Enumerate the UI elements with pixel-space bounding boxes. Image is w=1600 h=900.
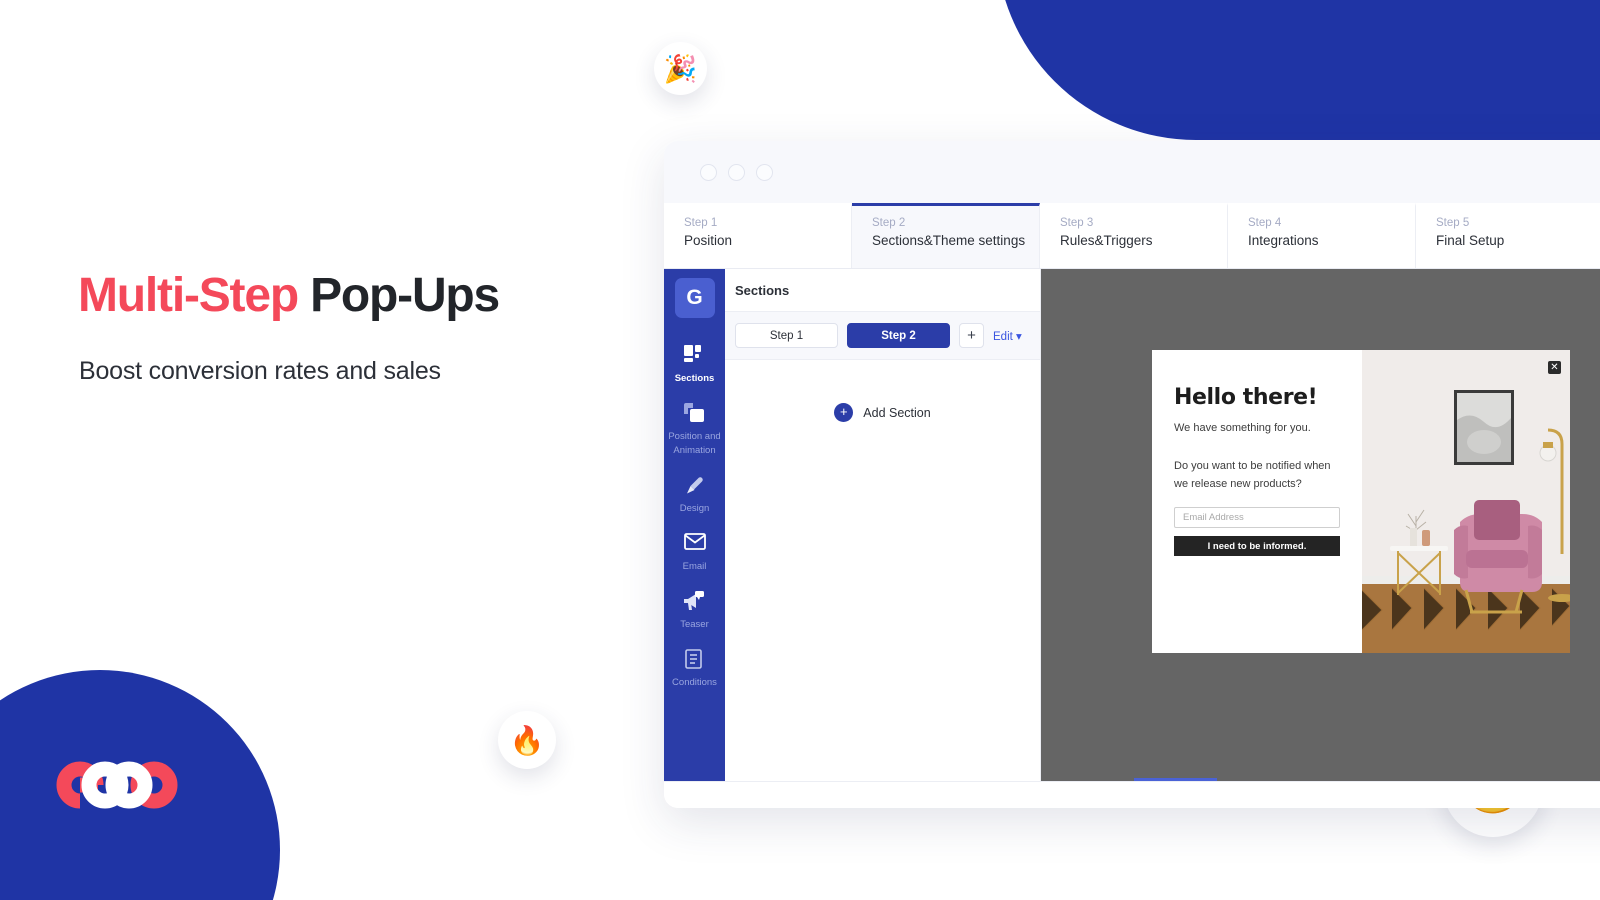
popup-preview-canvas: Hello there! We have something for you. … (1041, 269, 1600, 781)
preview-active-indicator (1134, 778, 1217, 781)
step-number: Step 2 (872, 217, 906, 229)
chip-step-1[interactable]: Step 1 (735, 323, 838, 348)
gooo-logo (52, 757, 202, 813)
sidebar-item-conditions[interactable]: Conditions (664, 640, 725, 698)
add-step-button[interactable]: + (959, 323, 984, 348)
page-title: Multi-Step Pop-Ups (78, 268, 500, 323)
email-placeholder: Email Address (1183, 512, 1244, 523)
window-body: G Sections Position and Animation Design… (664, 269, 1600, 781)
step-number: Step 1 (684, 217, 718, 229)
edit-dropdown[interactable]: Edit ▾ (993, 329, 1022, 343)
tab-step-5[interactable]: Step 5 Final Setup (1416, 203, 1600, 268)
tab-step-3[interactable]: Step 3 Rules&Triggers (1040, 203, 1228, 268)
popup-question: Do you want to be notified when we relea… (1174, 460, 1331, 490)
maximize-dot-icon[interactable] (756, 163, 773, 181)
position-animation-icon (666, 403, 723, 425)
tab-step-4[interactable]: Step 4 Integrations (1228, 203, 1416, 268)
sidebar-item-label: Position and Animation (668, 431, 721, 456)
close-icon[interactable]: ✕ (1548, 361, 1561, 374)
popup-heading: Hello there! (1174, 385, 1318, 410)
step-number: Step 3 (1060, 217, 1094, 229)
sidebar-item-label: Teaser (680, 619, 709, 630)
window-titlebar (664, 141, 1600, 203)
chip-step-2[interactable]: Step 2 (847, 323, 950, 348)
app-window: Step 1 Position Step 2 Sections&Theme se… (664, 141, 1600, 808)
add-section-button[interactable]: + Add Section (725, 403, 1040, 422)
submit-button[interactable]: I need to be informed. (1174, 536, 1340, 556)
checklist-icon (666, 649, 723, 671)
step-label: Sections&Theme settings (872, 233, 1026, 248)
popup-preview: Hello there! We have something for you. … (1152, 350, 1570, 653)
chevron-down-icon: ▾ (1016, 330, 1022, 343)
sections-icon (666, 345, 723, 367)
step-label: Integrations (1248, 233, 1319, 248)
sidebar-item-position-and-animation[interactable]: Position and Animation (664, 394, 725, 466)
page-root: Multi-Step Pop-Ups Boost conversion rate… (0, 0, 1600, 900)
step-number: Step 4 (1248, 217, 1282, 229)
minimize-dot-icon[interactable] (728, 163, 745, 181)
step-label: Final Setup (1436, 233, 1505, 248)
sidebar-item-label: Design (679, 503, 710, 514)
envelope-icon (666, 533, 723, 555)
step-label: Position (684, 233, 733, 248)
headline-accent: Multi-Step (78, 269, 299, 322)
fire-icon: 🔥 (509, 724, 545, 756)
tab-step-1[interactable]: Step 1 Position (664, 203, 852, 268)
email-input[interactable]: Email Address (1174, 507, 1340, 528)
wizard-footer: ← Prev Desktop (664, 781, 1600, 808)
add-section-label: Add Section (863, 405, 931, 420)
decorative-blue-shape-topright (996, 0, 1600, 140)
sidebar-item-label: Conditions (672, 677, 717, 688)
sidebar-item-design[interactable]: Design (664, 466, 725, 524)
step-wizard-tabs: Step 1 Position Step 2 Sections&Theme se… (664, 203, 1600, 269)
fire-badge: 🔥 (498, 711, 556, 769)
headline-rest: Pop-Ups (297, 269, 500, 322)
close-dot-icon[interactable] (700, 163, 717, 181)
edit-label: Edit (993, 330, 1013, 343)
confetti-badge: 🎉 (654, 42, 707, 95)
popup-subtext: We have something for you. (1174, 422, 1311, 434)
sidebar-item-email[interactable]: Email (664, 524, 725, 582)
brand-logo-tile[interactable]: G (674, 278, 715, 318)
tab-step-2[interactable]: Step 2 Sections&Theme settings (852, 203, 1040, 268)
section-step-chips: Step 1 Step 2 + Edit ▾ (725, 311, 1040, 360)
confetti-icon: 🎉 (663, 53, 698, 84)
page-subtitle: Boost conversion rates and sales (79, 357, 441, 385)
panel-title: Sections (735, 283, 790, 298)
popup-image: ✕ (1362, 350, 1570, 653)
sidebar-item-label: Sections (674, 373, 715, 384)
brand-initial: G (686, 286, 703, 309)
brush-icon (666, 475, 723, 497)
sidebar-item-sections[interactable]: Sections (664, 336, 725, 394)
sections-panel: Sections Step 1 Step 2 + Edit ▾ + Add Se… (725, 269, 1041, 781)
step-label: Rules&Triggers (1060, 233, 1153, 248)
plus-icon: + (834, 403, 854, 422)
popup-content-side: Hello there! We have something for you. … (1152, 350, 1362, 653)
sidebar-item-teaser[interactable]: Teaser (664, 582, 725, 640)
step-number: Step 5 (1436, 217, 1470, 229)
left-sidebar: G Sections Position and Animation Design… (664, 269, 725, 781)
megaphone-icon (666, 591, 723, 613)
sidebar-item-label: Email (682, 561, 707, 572)
